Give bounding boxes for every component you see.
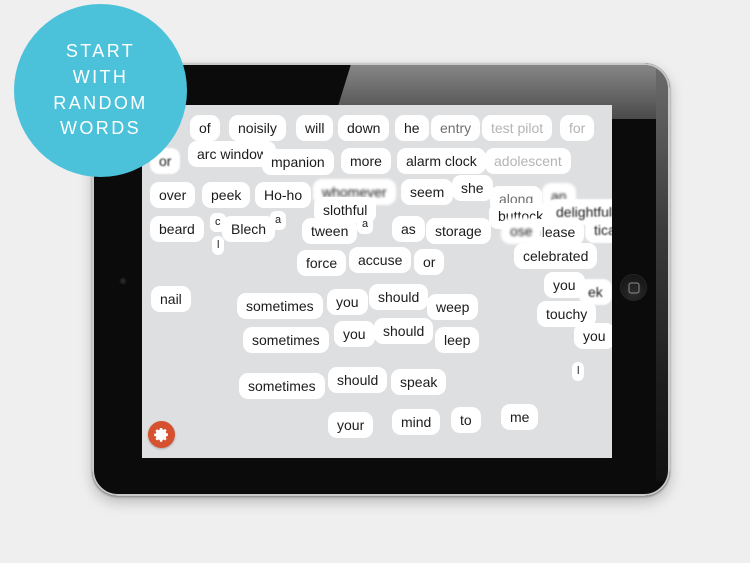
word-tile[interactable]: storage: [426, 218, 491, 244]
word-tile[interactable]: test pilot: [482, 115, 553, 141]
word-tile[interactable]: accuse: [349, 247, 412, 273]
word-tile[interactable]: she: [452, 175, 493, 201]
home-button-square-icon: [628, 282, 639, 293]
word-tile[interactable]: you: [334, 321, 375, 347]
badge-line-2: WITH: [72, 66, 129, 87]
device-bezel: of noisily will down he entry test pilot for or a…: [94, 65, 668, 494]
word-tile[interactable]: me: [501, 404, 539, 430]
word-tile[interactable]: l: [212, 236, 225, 255]
word-tile[interactable]: speak: [391, 369, 447, 395]
word-tile[interactable]: of: [190, 115, 220, 141]
start-with-random-words-badge: START WITH RANDOM WORDS: [14, 4, 187, 177]
word-tile[interactable]: alarm clock: [397, 148, 486, 174]
word-tile[interactable]: should: [374, 318, 434, 344]
word-tile[interactable]: leep: [435, 327, 480, 353]
word-tile[interactable]: for: [560, 115, 595, 141]
word-tile[interactable]: over: [150, 182, 196, 208]
word-tile[interactable]: Ho-ho: [255, 182, 312, 208]
word-tile[interactable]: mind: [392, 409, 441, 435]
gear-icon: [154, 427, 168, 442]
word-tile[interactable]: beard: [150, 216, 204, 242]
app-screen: of noisily will down he entry test pilot for or a…: [142, 105, 612, 458]
word-tile[interactable]: l: [572, 362, 585, 381]
word-tile[interactable]: weep: [427, 294, 479, 320]
word-tile[interactable]: sometimes: [243, 327, 329, 353]
tablet-device: of noisily will down he entry test pilot for or a…: [92, 63, 670, 496]
word-tile[interactable]: Blech: [222, 216, 276, 242]
word-tile[interactable]: should: [369, 284, 429, 310]
word-tile[interactable]: tically: [585, 217, 612, 243]
settings-gear-button[interactable]: [148, 421, 175, 448]
word-tile[interactable]: will: [296, 115, 334, 141]
word-tile[interactable]: seem: [401, 179, 454, 205]
word-tile[interactable]: your: [328, 412, 374, 438]
badge-line-3: RANDOM: [53, 92, 148, 113]
word-tile[interactable]: more: [341, 148, 391, 174]
badge-line-4: WORDS: [60, 118, 141, 139]
word-tile[interactable]: as: [392, 216, 425, 242]
bezel-glare-right: [656, 65, 668, 481]
word-tile[interactable]: entry: [431, 115, 481, 141]
front-camera-icon: [120, 278, 126, 284]
word-tile[interactable]: force: [297, 250, 347, 276]
word-tile[interactable]: tween: [302, 218, 358, 244]
word-tile[interactable]: a: [270, 211, 287, 230]
word-tile[interactable]: he: [395, 115, 429, 141]
word-tile[interactable]: noisily: [229, 115, 286, 141]
word-tile[interactable]: should: [328, 367, 388, 393]
word-tile[interactable]: or: [414, 249, 445, 275]
word-tile[interactable]: sometimes: [239, 373, 325, 399]
word-tile[interactable]: you: [327, 289, 368, 315]
word-tile[interactable]: sometimes: [237, 293, 323, 319]
word-tile[interactable]: down: [338, 115, 390, 141]
word-tile[interactable]: celebrated: [514, 243, 598, 269]
word-tile[interactable]: adolescent: [485, 148, 571, 174]
word-tile[interactable]: to: [451, 407, 481, 433]
word-tile[interactable]: you: [574, 323, 612, 349]
word-tile[interactable]: peek: [202, 182, 251, 208]
word-tile[interactable]: a: [357, 215, 374, 234]
home-button[interactable]: [620, 274, 647, 301]
badge-line-1: START: [65, 41, 136, 62]
word-tile[interactable]: mpanion: [262, 149, 334, 175]
word-tile[interactable]: ose: [501, 218, 542, 244]
word-tile[interactable]: nail: [151, 286, 191, 312]
